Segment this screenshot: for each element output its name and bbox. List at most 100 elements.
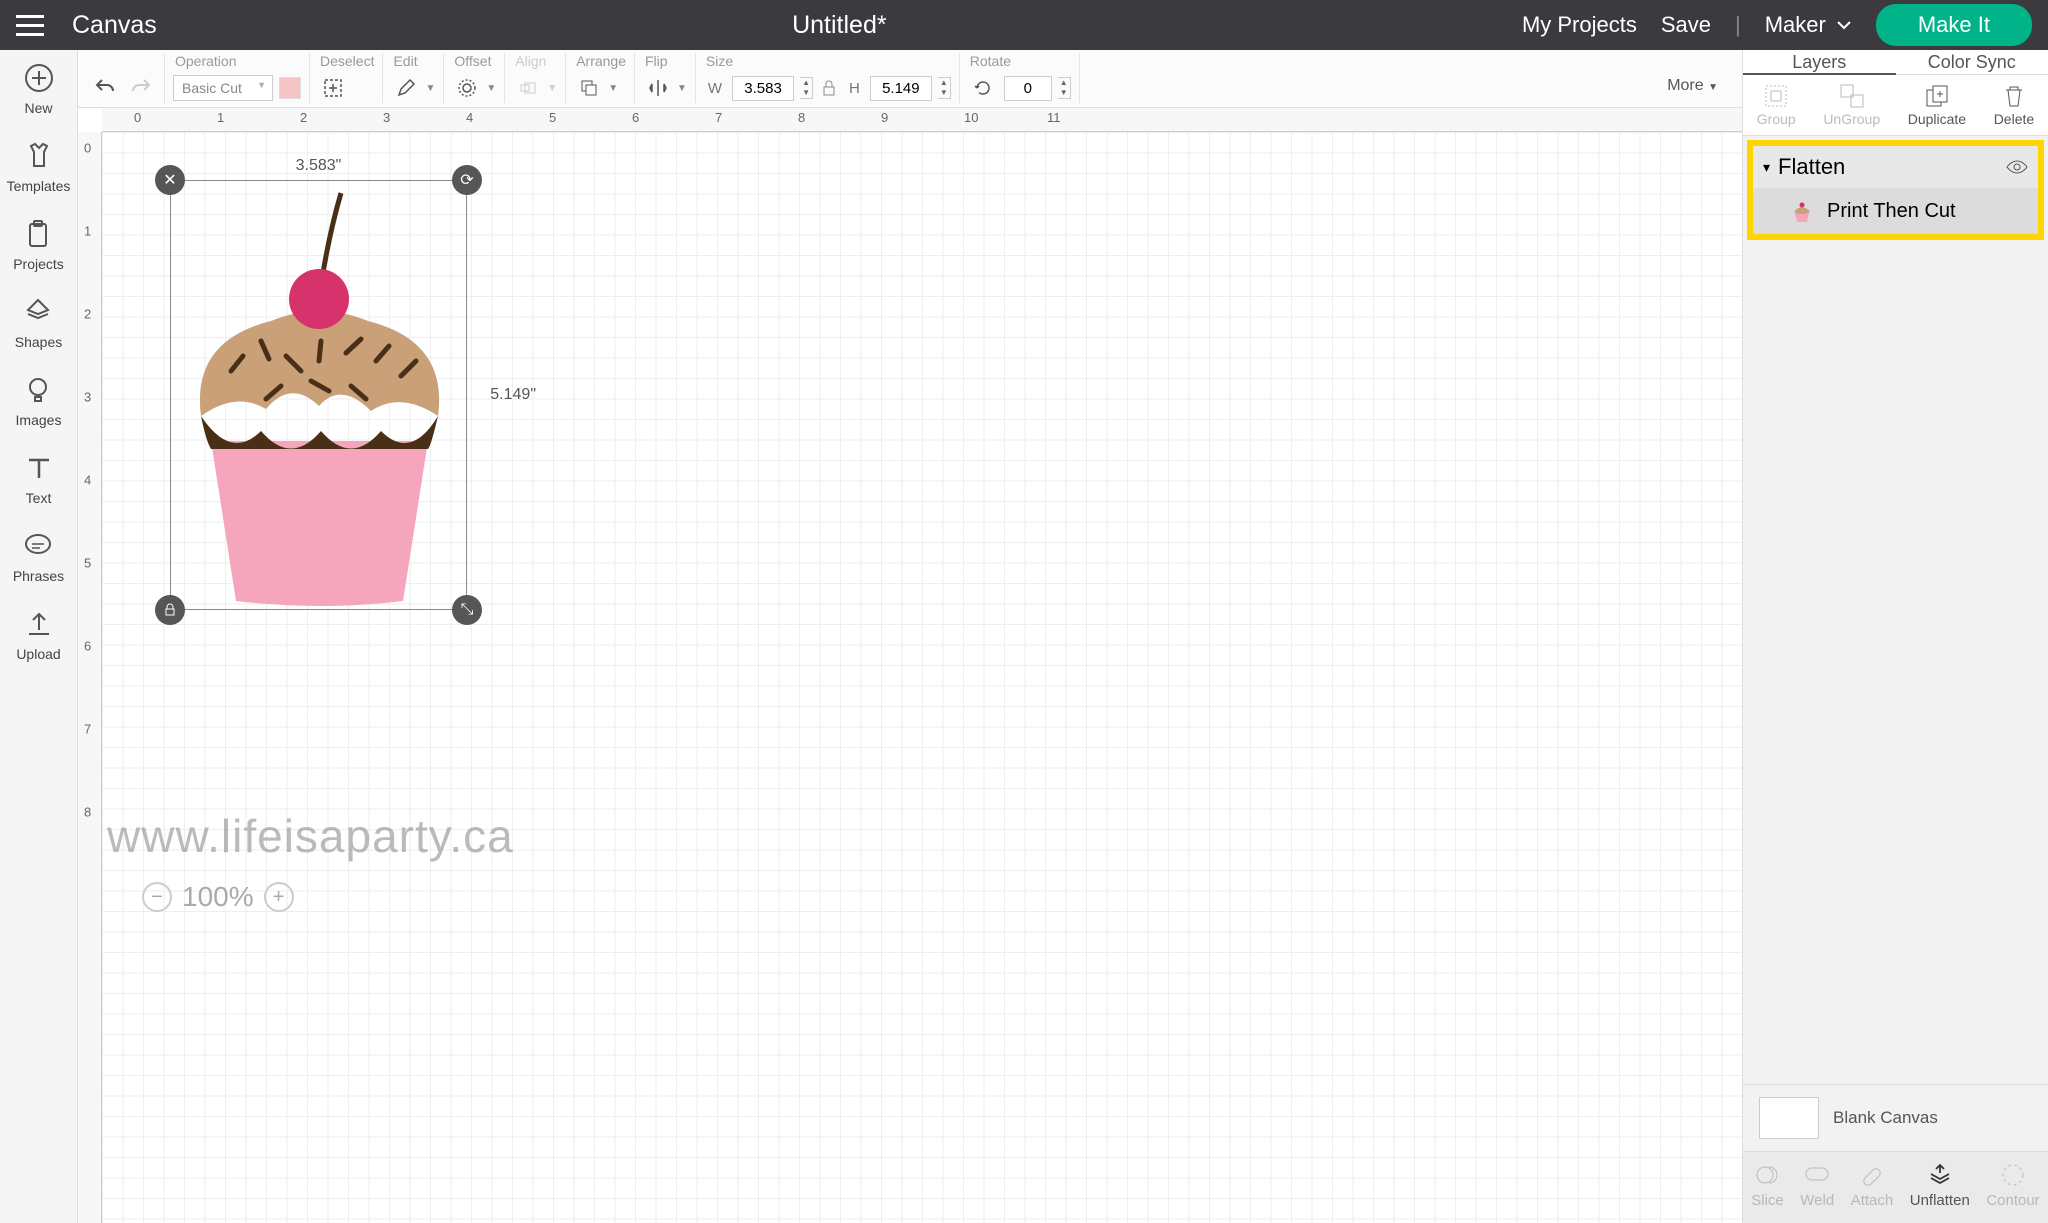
nav-label: Text: [26, 490, 52, 506]
nav-new[interactable]: New: [23, 62, 55, 116]
unflatten-icon: [1927, 1162, 1953, 1188]
blank-canvas-swatch: [1759, 1097, 1819, 1139]
contour-icon: [2000, 1162, 2026, 1188]
machine-label: Maker: [1765, 12, 1826, 38]
chevron-down-icon[interactable]: ▼: [608, 83, 618, 94]
nav-text[interactable]: Text: [23, 452, 55, 506]
zoom-out-button[interactable]: −: [142, 882, 172, 912]
nav-label: New: [24, 100, 52, 116]
align-head: Align: [513, 53, 557, 69]
width-label: W: [708, 80, 722, 97]
nav-label: Upload: [16, 646, 60, 662]
duplicate-button[interactable]: Duplicate: [1908, 83, 1966, 127]
nav-phrases[interactable]: Phrases: [13, 530, 64, 584]
shirt-icon: [23, 140, 55, 172]
chevron-down-icon: ▼: [547, 83, 557, 94]
selection-width-label: 3.583": [296, 157, 342, 175]
flip-button[interactable]: [643, 73, 673, 103]
nav-label: Images: [16, 412, 62, 428]
menu-icon[interactable]: [16, 7, 52, 43]
plus-circle-icon: [23, 62, 55, 94]
chevron-down-icon[interactable]: ▾: [1763, 159, 1770, 176]
group-icon: [1763, 83, 1789, 109]
operation-select[interactable]: Basic Cut▼: [173, 75, 273, 101]
nav-label: Phrases: [13, 568, 64, 584]
visibility-icon[interactable]: [2006, 159, 2028, 175]
app-name: Canvas: [72, 11, 157, 40]
rotate-input[interactable]: [1004, 76, 1052, 101]
width-input[interactable]: [732, 76, 794, 101]
deselect-head: Deselect: [318, 53, 374, 69]
width-spinner[interactable]: ▲▼: [800, 77, 813, 99]
size-head: Size: [704, 53, 951, 69]
save-button[interactable]: Save: [1661, 12, 1711, 38]
height-label: H: [849, 80, 860, 97]
attach-icon: [1859, 1162, 1885, 1188]
rotate-spinner[interactable]: ▲▼: [1058, 77, 1071, 99]
delete-button[interactable]: Delete: [1994, 83, 2034, 127]
attach-button: Attach: [1851, 1162, 1894, 1209]
bulb-icon: [22, 374, 54, 406]
blank-canvas-row[interactable]: Blank Canvas: [1743, 1084, 2048, 1151]
arrange-head: Arrange: [574, 53, 626, 69]
height-input[interactable]: [870, 76, 932, 101]
chevron-down-icon[interactable]: ▼: [677, 83, 687, 94]
my-projects-link[interactable]: My Projects: [1522, 12, 1637, 38]
trash-icon: [2001, 83, 2027, 109]
slice-button: Slice: [1751, 1162, 1784, 1209]
divider: |: [1735, 12, 1741, 38]
redo-button[interactable]: [126, 73, 156, 103]
layer-thumb-icon: [1789, 198, 1815, 224]
flip-head: Flip: [643, 53, 687, 69]
shapes-icon: [22, 296, 54, 328]
nav-label: Shapes: [15, 334, 62, 350]
nav-projects[interactable]: Projects: [13, 218, 64, 272]
speech-icon: [22, 530, 54, 562]
deselect-button[interactable]: [318, 73, 348, 103]
operation-color-swatch[interactable]: [279, 77, 301, 99]
group-button: Group: [1757, 83, 1796, 127]
blank-canvas-label: Blank Canvas: [1833, 1108, 1938, 1128]
undo-button[interactable]: [90, 73, 120, 103]
rotate-icon[interactable]: [968, 73, 998, 103]
layer-item[interactable]: Print Then Cut: [1753, 188, 2038, 234]
contour-button: Contour: [1986, 1162, 2039, 1209]
unflatten-button[interactable]: Unflatten: [1910, 1162, 1970, 1209]
layer-group-header[interactable]: ▾ Flatten: [1753, 146, 2038, 188]
ruler-vertical: 0 1 2 3 4 5 6 7 8: [78, 132, 102, 1223]
offset-head: Offset: [452, 53, 496, 69]
edit-head: Edit: [391, 53, 435, 69]
selection-box[interactable]: 3.583" 5.149" ✕ ⟳ ⤡: [170, 180, 467, 610]
more-button[interactable]: More ▼: [1655, 69, 1730, 103]
ungroup-button: UnGroup: [1823, 83, 1880, 127]
layer-highlight: ▾ Flatten Print Then Cut: [1747, 140, 2044, 240]
zoom-level: 100%: [182, 881, 254, 913]
weld-icon: [1804, 1162, 1830, 1188]
tab-color-sync[interactable]: Color Sync: [1896, 50, 2048, 75]
chevron-down-icon[interactable]: ▼: [425, 83, 435, 94]
nav-shapes[interactable]: Shapes: [15, 296, 62, 350]
chevron-down-icon[interactable]: ▼: [486, 83, 496, 94]
duplicate-icon: [1924, 83, 1950, 109]
canvas[interactable]: 3.583" 5.149" ✕ ⟳ ⤡: [102, 132, 1742, 1223]
align-button: [513, 73, 543, 103]
lock-icon[interactable]: [821, 78, 837, 98]
offset-button[interactable]: [452, 73, 482, 103]
nav-images[interactable]: Images: [16, 374, 62, 428]
nav-upload[interactable]: Upload: [16, 608, 60, 662]
slice-icon: [1755, 1162, 1781, 1188]
document-title: Untitled*: [157, 11, 1522, 40]
machine-selector[interactable]: Maker: [1765, 12, 1852, 38]
zoom-controls: − 100% +: [142, 881, 294, 913]
nav-templates[interactable]: Templates: [7, 140, 71, 194]
tab-layers[interactable]: Layers: [1743, 50, 1896, 75]
zoom-in-button[interactable]: +: [264, 882, 294, 912]
layer-group-name: Flatten: [1778, 154, 1845, 180]
arrange-button[interactable]: [574, 73, 604, 103]
height-spinner[interactable]: ▲▼: [938, 77, 951, 99]
rotate-head: Rotate: [968, 53, 1071, 69]
cupcake-image[interactable]: [171, 181, 468, 611]
make-it-button[interactable]: Make It: [1876, 4, 2032, 46]
upload-icon: [23, 608, 55, 640]
edit-button[interactable]: [391, 73, 421, 103]
